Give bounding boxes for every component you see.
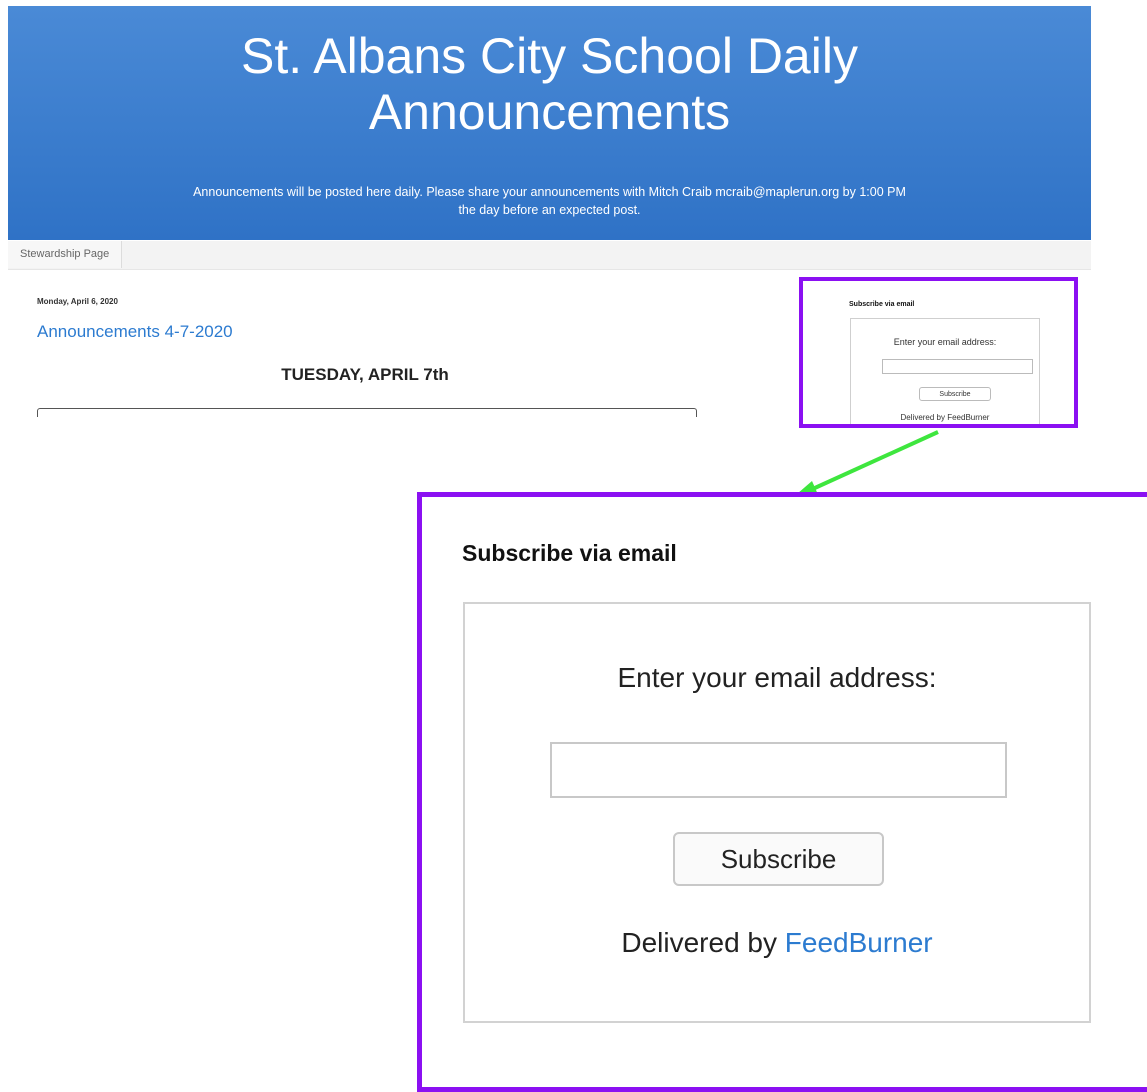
blog-title-line1: St. Albans City School Daily (241, 28, 858, 84)
subscribe-panel: Enter your email address: Subscribe Deli… (463, 602, 1091, 1023)
subscribe-widget-zoom: Subscribe via email Enter your email add… (417, 492, 1147, 1092)
post-heading: TUESDAY, APRIL 7th (281, 365, 449, 384)
blog-header: St. Albans City School Daily Announcemen… (8, 6, 1091, 240)
blog-description: Announcements will be posted here daily.… (28, 183, 1071, 219)
arrow-line (805, 430, 939, 494)
subscribe-email-input-small[interactable] (882, 359, 1033, 374)
subscribe-button-small[interactable]: Subscribe (919, 387, 991, 401)
post-content-frame (37, 408, 697, 417)
blog-title-line2: Announcements (368, 84, 731, 140)
post-date: Monday, April 6, 2020 (37, 297, 118, 306)
blog-description-line2: the day before an expected post. (458, 203, 641, 217)
email-label: Enter your email address: (617, 662, 937, 693)
delivered-by-prefix: Delivered by (621, 927, 785, 958)
subscribe-widget-highlight: Subscribe via email Enter your email add… (799, 277, 1078, 428)
feedburner-link[interactable]: FeedBurner (785, 927, 933, 958)
delivered-by-text-small: Delivered by FeedBurner (900, 413, 990, 422)
subscribe-widget-title: Subscribe via email (849, 301, 915, 308)
subscribe-widget-panel: Enter your email address: Subscribe Deli… (850, 318, 1040, 424)
page-tabs-bar: Stewardship Page (8, 241, 1091, 270)
post-title-link[interactable]: Announcements 4-7-2020 (37, 322, 233, 342)
blog-description-line1: Announcements will be posted here daily.… (193, 185, 906, 199)
subscribe-title: Subscribe via email (462, 540, 677, 566)
email-input[interactable] (550, 742, 1007, 798)
blog-title: St. Albans City School Daily Announcemen… (8, 6, 1091, 140)
delivered-by: Delivered by FeedBurner (465, 927, 1089, 959)
tab-stewardship-page[interactable]: Stewardship Page (8, 241, 123, 268)
subscribe-email-label: Enter your email address: (893, 337, 997, 347)
subscribe-button[interactable]: Subscribe (673, 832, 884, 886)
